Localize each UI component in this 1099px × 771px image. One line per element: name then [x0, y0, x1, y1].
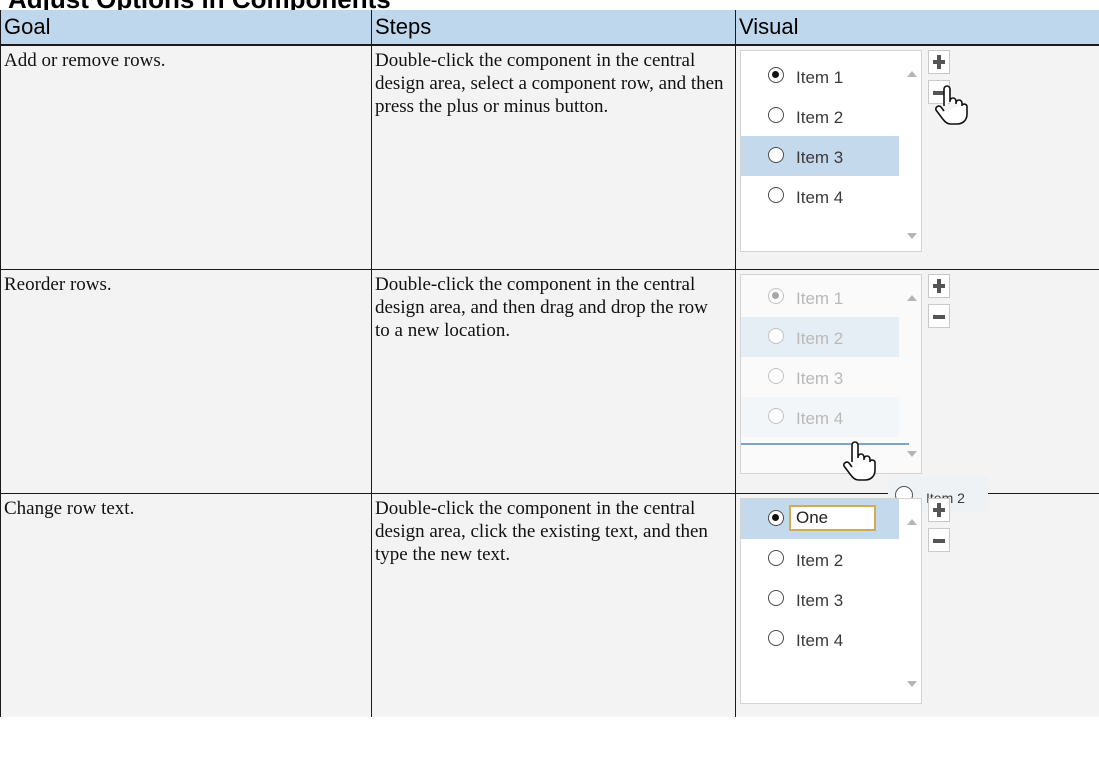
- reorder-rows-illustration: Item 1 Item 2 Item 3 Item 4 2: [740, 274, 1040, 511]
- goal-cell: Reorder rows.: [0, 269, 372, 494]
- radio-item[interactable]: Item 1: [741, 56, 899, 96]
- radio-item[interactable]: Item 4: [741, 619, 899, 659]
- radio-item-dragging[interactable]: Item 2: [741, 317, 899, 357]
- plus-icon[interactable]: [928, 498, 950, 522]
- radio-item[interactable]: Item 4: [741, 176, 899, 216]
- scroll-down-arrow-icon[interactable]: [907, 681, 917, 687]
- hand-pointer-icon: [843, 441, 876, 481]
- radio-item[interactable]: Item 1: [741, 277, 899, 317]
- radio-item[interactable]: Item 2: [741, 96, 899, 136]
- goal-column-header: Goal: [0, 10, 372, 46]
- change-row-text-illustration: One Item 2 Item 3 Item 4: [740, 498, 1040, 713]
- radio-item-label: Item 4: [796, 631, 844, 650]
- radio-button-icon: [768, 408, 784, 424]
- radio-item-label: Item 3: [796, 591, 844, 610]
- radio-item-label: Item 2: [796, 108, 844, 127]
- radio-button-icon: [768, 510, 784, 526]
- radio-item-label: Item 2: [796, 551, 844, 570]
- visual-column-header: Visual: [735, 10, 1099, 46]
- radio-button-icon: [768, 550, 784, 566]
- scroll-up-arrow-icon[interactable]: [907, 71, 917, 77]
- add-remove-rows-illustration: Item 1 Item 2 Item 3 Item 4: [740, 50, 1040, 265]
- goal-cell: Add or remove rows.: [0, 44, 372, 270]
- steps-cell: Double-click the component in the centra…: [371, 44, 736, 270]
- radio-button-icon: [768, 368, 784, 384]
- radio-button-icon: [768, 187, 784, 203]
- radio-button-group: Item 1 Item 2 Item 3 Item 4: [740, 50, 922, 252]
- radio-button-icon: [768, 147, 784, 163]
- steps-cell: Double-click the component in the centra…: [371, 493, 736, 717]
- minus-icon[interactable]: [928, 304, 950, 328]
- radio-button-group: Item 1 Item 2 Item 3 Item 4: [740, 274, 922, 474]
- visual-cell: Item 1 Item 2 Item 3 Item 4: [735, 44, 1099, 270]
- radio-item-editing[interactable]: One: [741, 499, 899, 539]
- radio-item-label: Item 1: [796, 68, 844, 87]
- scroll-up-arrow-icon[interactable]: [907, 519, 917, 525]
- radio-item-label: Item 2: [796, 329, 844, 348]
- goal-cell: Change row text.: [0, 493, 372, 717]
- radio-item-label: Item 4: [796, 188, 844, 207]
- steps-column-header: Steps: [371, 10, 736, 46]
- radio-item-highlighted[interactable]: Item 3: [741, 136, 899, 176]
- plus-icon[interactable]: [928, 274, 950, 298]
- radio-item-label: Item 3: [796, 148, 844, 167]
- radio-button-icon: [768, 630, 784, 646]
- steps-text: Double-click the component in the centra…: [375, 498, 708, 565]
- radio-button-icon: [768, 328, 784, 344]
- row-text-edit-field[interactable]: One: [789, 505, 876, 531]
- radio-button-icon: [768, 67, 784, 83]
- drop-indicator-line: [741, 443, 909, 445]
- radio-item-label: Item 1: [796, 289, 844, 308]
- table-header-row: Goal Steps Visual: [0, 10, 1099, 46]
- radio-button-icon: [768, 288, 784, 304]
- visual-cell: Item 1 Item 2 Item 3 Item 4: [735, 269, 1099, 511]
- table-row: Reorder rows. Double-click the component…: [0, 269, 1099, 511]
- radio-button-icon: [768, 107, 784, 123]
- options-table: Goal Steps Visual Add or remove rows. Do…: [0, 10, 1099, 717]
- minus-icon[interactable]: [928, 528, 950, 552]
- radio-item-label: Item 4: [796, 409, 844, 428]
- scroll-down-arrow-icon[interactable]: [907, 233, 917, 239]
- radio-button-group: One Item 2 Item 3 Item 4: [740, 498, 922, 704]
- table-row: Add or remove rows. Double-click the com…: [0, 44, 1099, 270]
- scroll-up-arrow-icon[interactable]: [907, 295, 917, 301]
- radio-item[interactable]: Item 2: [741, 539, 899, 579]
- scroll-down-arrow-icon[interactable]: [907, 451, 917, 457]
- radio-button-icon: [768, 590, 784, 606]
- table-row: Change row text. Double-click the compon…: [0, 493, 1099, 717]
- plus-icon[interactable]: [928, 50, 950, 74]
- radio-item-label: Item 3: [796, 369, 844, 388]
- radio-item[interactable]: Item 3: [741, 579, 899, 619]
- radio-item[interactable]: Item 3: [741, 357, 899, 397]
- visual-cell: One Item 2 Item 3 Item 4: [735, 493, 1099, 717]
- steps-text: Double-click the component in the centra…: [375, 50, 724, 117]
- hand-pointer-icon: [935, 85, 968, 125]
- steps-cell: Double-click the component in the centra…: [371, 269, 736, 494]
- radio-item[interactable]: Item 4: [741, 397, 899, 437]
- steps-text: Double-click the component in the centra…: [375, 274, 708, 341]
